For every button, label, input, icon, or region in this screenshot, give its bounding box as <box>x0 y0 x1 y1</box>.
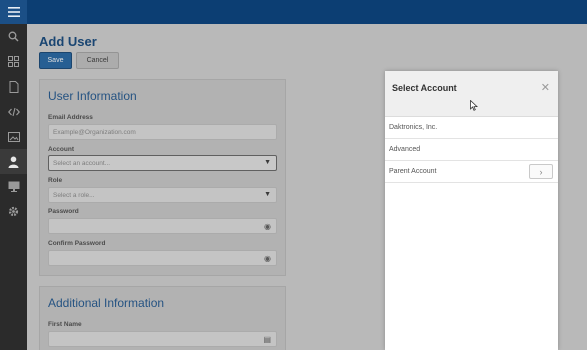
document-icon[interactable] <box>0 74 27 99</box>
user-icon[interactable] <box>0 149 27 174</box>
modal-header: Select Account ✕ <box>385 71 558 117</box>
hamburger-icon[interactable] <box>0 0 27 24</box>
account-option[interactable]: Daktronics, Inc. <box>385 117 558 139</box>
grid-icon[interactable] <box>0 49 27 74</box>
chevron-right-icon: › <box>539 166 543 177</box>
close-icon[interactable]: ✕ <box>541 81 550 94</box>
account-option-label: Daktronics, Inc. <box>389 124 438 131</box>
mouse-cursor-icon <box>470 99 479 114</box>
modal-title: Select Account <box>392 83 457 93</box>
code-icon[interactable] <box>0 99 27 124</box>
top-bar <box>0 0 587 24</box>
expand-arrow-button[interactable]: › <box>529 164 553 179</box>
account-option-label: Parent Account <box>389 168 437 175</box>
image-icon[interactable] <box>0 124 27 149</box>
account-option-label: Advanced <box>389 146 421 153</box>
sidebar <box>0 0 27 350</box>
select-account-modal: Select Account ✕ Daktronics, Inc. Advanc… <box>385 71 558 350</box>
account-option[interactable]: Advanced <box>385 139 558 161</box>
gear-icon[interactable] <box>0 199 27 224</box>
account-option[interactable]: Parent Account › <box>385 161 558 183</box>
search-icon[interactable] <box>0 24 27 49</box>
monitor-icon[interactable] <box>0 174 27 199</box>
